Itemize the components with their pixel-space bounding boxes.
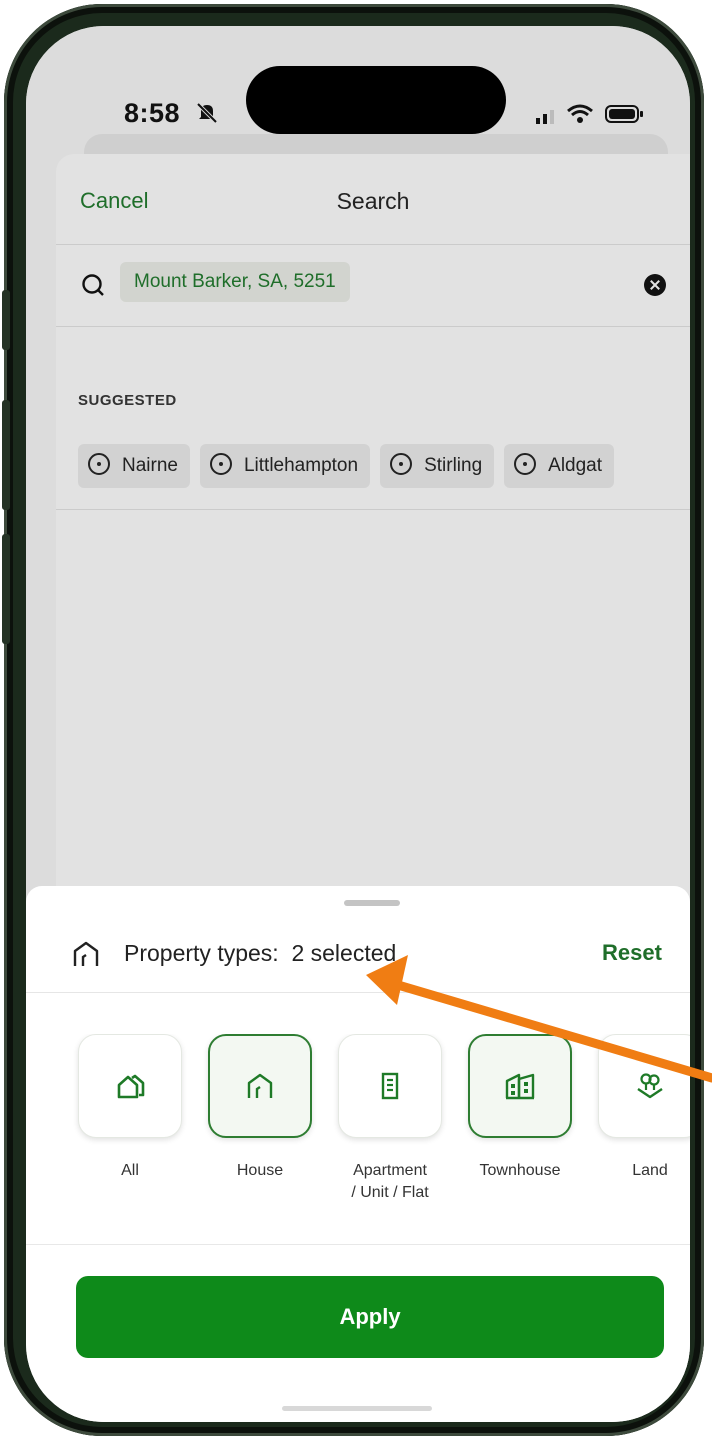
volume-down-button — [2, 534, 10, 644]
type-label: Land — [632, 1162, 668, 1179]
volume-up-button — [2, 400, 10, 510]
action-button — [2, 290, 10, 350]
apartment-icon — [381, 1072, 399, 1100]
house-icon — [73, 941, 99, 966]
house-icon — [247, 1073, 273, 1098]
type-tile[interactable] — [208, 1034, 312, 1138]
bell-muted-icon — [196, 102, 218, 124]
divider — [26, 1244, 690, 1245]
type-tile[interactable] — [598, 1034, 690, 1138]
type-label: Apartment / Unit / Flat — [351, 1162, 429, 1201]
add-circle-icon — [514, 453, 537, 475]
add-circle-icon — [88, 453, 110, 475]
land-icon — [637, 1073, 663, 1099]
property-type-options: All House Apartment / Unit / Flat Townho… — [26, 1034, 690, 1214]
type-tile[interactable] — [78, 1034, 182, 1138]
add-circle-icon — [209, 453, 232, 475]
suggestion-list: Nairne Littlehampton Stirling Aldgat — [78, 444, 690, 490]
suggestion-label: Aldgat — [548, 455, 603, 476]
home-outline-icon — [117, 1074, 145, 1099]
suggestion-label: Littlehampton — [243, 455, 359, 476]
type-option-house[interactable]: House — [200, 1034, 320, 1182]
status-icons — [536, 104, 643, 124]
type-label: House — [236, 1162, 284, 1179]
suggestion-chip[interactable]: Littlehampton — [199, 444, 371, 488]
nav-bar: Cancel Search — [56, 154, 690, 245]
townhouse-icon — [505, 1073, 535, 1100]
screen: 8:58 Cancel Search Mount Barker, SA, 525… — [26, 26, 690, 1422]
dynamic-island — [246, 66, 506, 134]
property-type-panel: Property types: 2 selected Reset All Hou… — [26, 886, 690, 1422]
phone-frame: 8:58 Cancel Search Mount Barker, SA, 525… — [2, 4, 704, 1436]
divider — [56, 509, 690, 510]
search-row[interactable]: Mount Barker, SA, 5251 — [56, 244, 690, 327]
drag-handle[interactable] — [344, 900, 400, 906]
wifi-icon — [567, 104, 593, 123]
type-tile[interactable] — [338, 1034, 442, 1138]
type-label: Townhouse — [479, 1162, 561, 1179]
type-label: All — [121, 1162, 139, 1179]
type-option-all[interactable]: All — [70, 1034, 190, 1182]
suggestion-chip[interactable]: Aldgat — [504, 444, 615, 488]
clear-icon[interactable] — [644, 274, 666, 296]
location-chip[interactable]: Mount Barker, SA, 5251 — [120, 262, 350, 302]
suggestion-label: Stirling — [424, 455, 483, 476]
suggested-heading: SUGGESTED — [78, 392, 177, 409]
property-types-summary: Property types: 2 selected — [124, 940, 397, 966]
suggestion-label: Nairne — [122, 455, 178, 476]
reset-button[interactable]: Reset — [602, 940, 662, 966]
page-title: Search — [336, 188, 410, 214]
signal-icon — [536, 110, 554, 124]
type-tile[interactable] — [468, 1034, 572, 1138]
property-types-header: Property types: 2 selected Reset — [26, 926, 690, 993]
home-indicator — [282, 1406, 432, 1411]
apply-button[interactable]: Apply — [76, 1276, 664, 1358]
add-circle-icon — [390, 453, 413, 475]
search-icon — [82, 274, 104, 296]
suggestion-chip[interactable]: Nairne — [78, 444, 190, 488]
suggestion-chip[interactable]: Stirling — [380, 444, 495, 488]
type-option-townhouse[interactable]: Townhouse — [460, 1034, 580, 1182]
battery-icon — [605, 105, 643, 123]
status-time: 8:58 — [124, 98, 181, 128]
type-option-land[interactable]: Land — [590, 1034, 690, 1182]
type-option-apartment[interactable]: Apartment / Unit / Flat — [330, 1034, 450, 1204]
